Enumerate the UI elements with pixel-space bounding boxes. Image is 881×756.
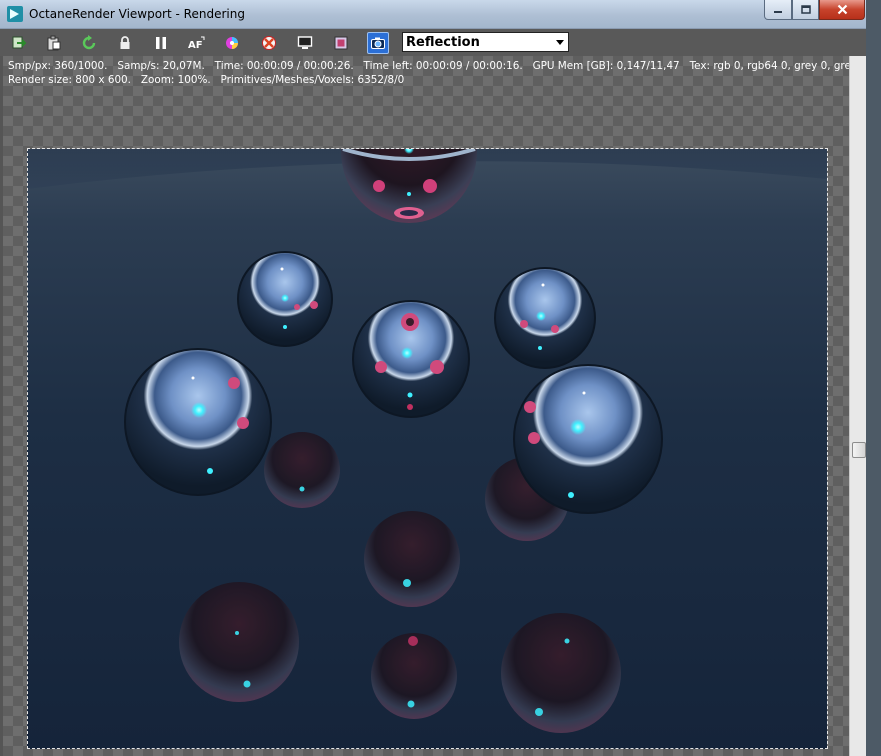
render-mode-selected: Reflection (406, 35, 480, 50)
color-picker-icon (226, 37, 238, 49)
title-bar[interactable]: OctaneRender Viewport - Rendering (0, 0, 866, 29)
minimize-icon (774, 10, 782, 13)
stats-line-1: Smp/px: 360/1000. Samp/s: 20,07M. Time: … (8, 60, 866, 72)
camera-icon (371, 37, 385, 49)
chevron-down-icon (556, 40, 564, 45)
sphere-front-left (124, 348, 272, 496)
rendered-image (27, 149, 827, 749)
sphere-back-right (494, 267, 596, 369)
window-title: OctaneRender Viewport - Rendering (29, 7, 245, 21)
autofocus-icon: AF (188, 36, 205, 51)
render-statistics: Smp/px: 360/1000. Samp/s: 20,07M. Time: … (8, 59, 866, 87)
color-picker-button[interactable] (222, 33, 242, 53)
film-region-icon (334, 36, 348, 50)
region-render-button[interactable] (295, 33, 315, 53)
svg-text:AF: AF (188, 40, 203, 51)
minimize-button[interactable] (764, 0, 792, 20)
close-icon (837, 4, 847, 15)
export-button[interactable] (9, 33, 29, 53)
camera-view-button[interactable] (367, 32, 389, 54)
maximize-icon (800, 4, 811, 14)
clay-mode-button[interactable] (259, 33, 279, 53)
close-button[interactable] (819, 0, 865, 20)
export-icon (12, 36, 27, 49)
sphere-center (352, 300, 470, 418)
lock-icon (120, 36, 130, 49)
maximize-button[interactable] (792, 0, 819, 20)
film-region-button[interactable] (331, 33, 351, 53)
sphere-front-right (513, 364, 663, 514)
render-mode-dropdown[interactable]: Reflection (402, 32, 569, 52)
octane-viewport-window: OctaneRender Viewport - Rendering AF Ref… (0, 0, 866, 756)
sphere-back-left (237, 251, 333, 347)
window-controls (764, 0, 865, 20)
vertical-scrollbar[interactable] (849, 56, 866, 756)
octane-app-icon (7, 6, 23, 22)
clipboard-button[interactable] (44, 33, 64, 53)
stats-line-2: Render size: 800 x 600. Zoom: 100%. Prim… (8, 74, 405, 86)
pause-icon (156, 37, 166, 49)
scrollbar-thumb[interactable] (852, 442, 866, 458)
region-icon (297, 36, 313, 49)
lock-button[interactable] (115, 33, 135, 53)
restart-icon (82, 35, 96, 50)
restart-render-button[interactable] (79, 33, 99, 53)
clay-mode-icon (262, 36, 276, 50)
clipboard-icon (47, 35, 61, 51)
pause-button[interactable] (151, 33, 171, 53)
autofocus-button[interactable]: AF (187, 33, 207, 53)
background-app-edge (866, 0, 881, 756)
